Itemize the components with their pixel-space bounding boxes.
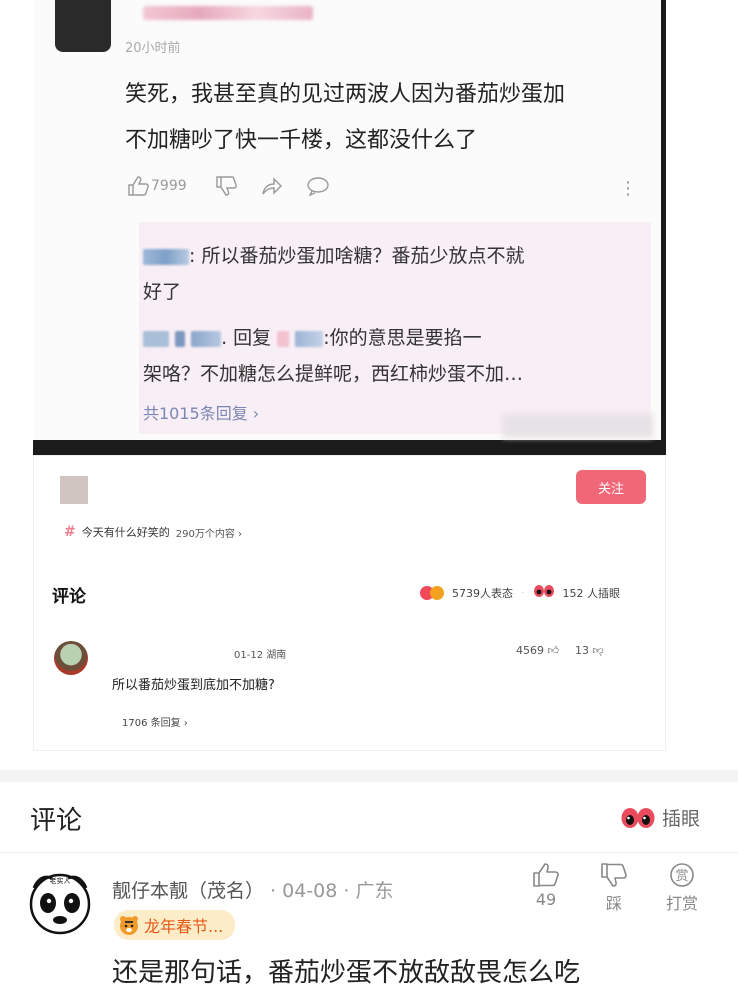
embedded-reply-1-line2: 好了 [143,281,182,303]
embedded-blurred-username [143,6,313,20]
share-icon [259,175,285,197]
reward-button[interactable]: 赏 打赏 [662,862,702,914]
embedded-post-text-line2: 不加糖吵了快一千楼，这都没什么了 [125,128,478,153]
section-divider [0,770,738,782]
eyes-icon [533,584,555,601]
embedded-post-card: 20小时前 笑死，我甚至真的见过两波人因为番茄炒蛋加 不加糖吵了快一千楼，这都没… [33,0,661,440]
reaction-count: 5739人表态 [452,586,513,600]
embedded-comment-text: 所以番茄炒蛋到底加不加糖? [112,678,275,693]
thumb-down-icon: 👎︎ [592,644,604,657]
comments-header-separator [0,852,738,853]
embedded-reply-2-prefix: . 回复 [221,327,272,349]
thumb-up-icon [533,863,559,887]
embedded-commenter-avatar [54,641,88,675]
embedded-post2-avatar [60,476,88,504]
embedded-reaction-stats: 5739人表态 · 152 人插眼 [420,584,620,601]
comment-actions: 49 踩 赏 打赏 [526,862,702,914]
more-options-icon: ⋮ [619,178,637,199]
embedded-post-2: 关注 # 今天有什么好笑的 290万个内容 › 评论 5739人表态 · 152… [33,455,666,751]
topic-tag: # 今天有什么好笑的 290万个内容 › [64,524,242,540]
embedded-avatar [55,0,111,52]
reward-icon-char: 赏 [675,869,688,884]
reward-icon: 赏 [670,863,694,887]
embedded-comment-replies: 1706 条回复 › [122,718,188,729]
embedded-reply-1: : 所以番茄炒蛋加啥糖？番茄少放点不就 [143,238,643,274]
blurred-username [191,330,222,347]
embedded-comment-votes: 4569 👍︎ 13 👎︎ [516,644,604,657]
comment-text: 还是那句话，番茄炒蛋不放敌敌畏怎么吃 [112,958,581,988]
follow-button: 关注 [576,470,646,504]
badge-label: 龙年春节... [144,917,224,936]
dislike-label: 踩 [605,894,622,913]
user-avatar[interactable]: 老实人 [26,870,94,936]
embedded-comment-title: 评论 [52,587,86,607]
thumb-up-icon: 👍︎ [547,644,560,657]
peek-count: 152 人插眼 [562,586,621,600]
blurred-username [175,330,186,347]
embedded-reply-box: : 所以番茄炒蛋加啥糖？番茄少放点不就 好了 . 回复 :你的意思是要掐一 架咯… [139,222,651,434]
embedded-post-text-line1: 笑死，我甚至真的见过两波人因为番茄炒蛋加 [125,82,566,107]
tiger-head-icon [120,916,138,935]
embedded-screenshot: 20小时前 笑死，我甚至真的见过两波人因为番茄炒蛋加 不加糖吵了快一千楼，这都没… [33,0,666,455]
embedded-reply-2: . 回复 :你的意思是要掐一 [143,320,643,356]
reward-label: 打赏 [665,894,698,913]
embedded-like-count: 7999 [151,178,187,194]
dislike-button[interactable]: 踩 [594,862,634,914]
user-name[interactable]: 靓仔本靓（茂名） [112,880,264,902]
comment-author[interactable]: 靓仔本靓（茂名） · 04-08 · 广东 [112,876,393,903]
embedded-comment-dislikes: 13 👎︎ [575,644,604,657]
thumb-down-icon [213,175,239,197]
user-badge[interactable]: 龙年春节... [114,910,236,940]
like-button[interactable]: 49 [526,862,566,914]
like-count: 49 [535,890,557,909]
embedded-comment-likes: 4569 👍︎ [516,644,559,657]
thumb-down-icon [601,863,627,887]
blurred-username [143,248,189,265]
comments-title: 评论 [30,806,83,836]
blurred-username [143,330,169,347]
comment-meta: · 04-08 · 广东 [264,880,394,902]
embedded-reply-count: 共1015条回复 › [143,404,260,423]
hash-icon: # [64,524,76,540]
embedded-reply-2-text: :你的意思是要掐一 [323,327,482,349]
avatar-caption: 老实人 [50,876,71,885]
embedded-blurred-area [503,414,653,438]
comment-bubble-icon [305,175,331,197]
embedded-post-text: 笑死，我甚至真的见过两波人因为番茄炒蛋加 不加糖吵了快一千楼，这都没什么了 [125,72,645,164]
reaction-emoji-icon [420,585,444,600]
peek-button[interactable]: 插眼 [620,804,700,831]
embedded-comment-meta: 01-12 湖南 [234,650,287,661]
blurred-username [277,330,290,347]
topic-label: 今天有什么好笑的 [81,526,170,539]
thumb-up-icon [125,175,151,197]
embedded-post-actions: 7999 [125,175,331,197]
blurred-username [295,330,324,347]
embedded-reply-2-line2: 架咯？不加糖怎么提鲜呢，西红柿炒蛋不加… [143,363,524,385]
topic-count: 290万个内容 › [175,528,242,540]
eyes-icon [621,807,655,828]
peek-label: 插眼 [662,808,701,830]
embedded-reply-1-text: : 所以番茄炒蛋加啥糖？番茄少放点不就 [189,245,525,267]
embedded-post-time: 20小时前 [125,41,181,56]
